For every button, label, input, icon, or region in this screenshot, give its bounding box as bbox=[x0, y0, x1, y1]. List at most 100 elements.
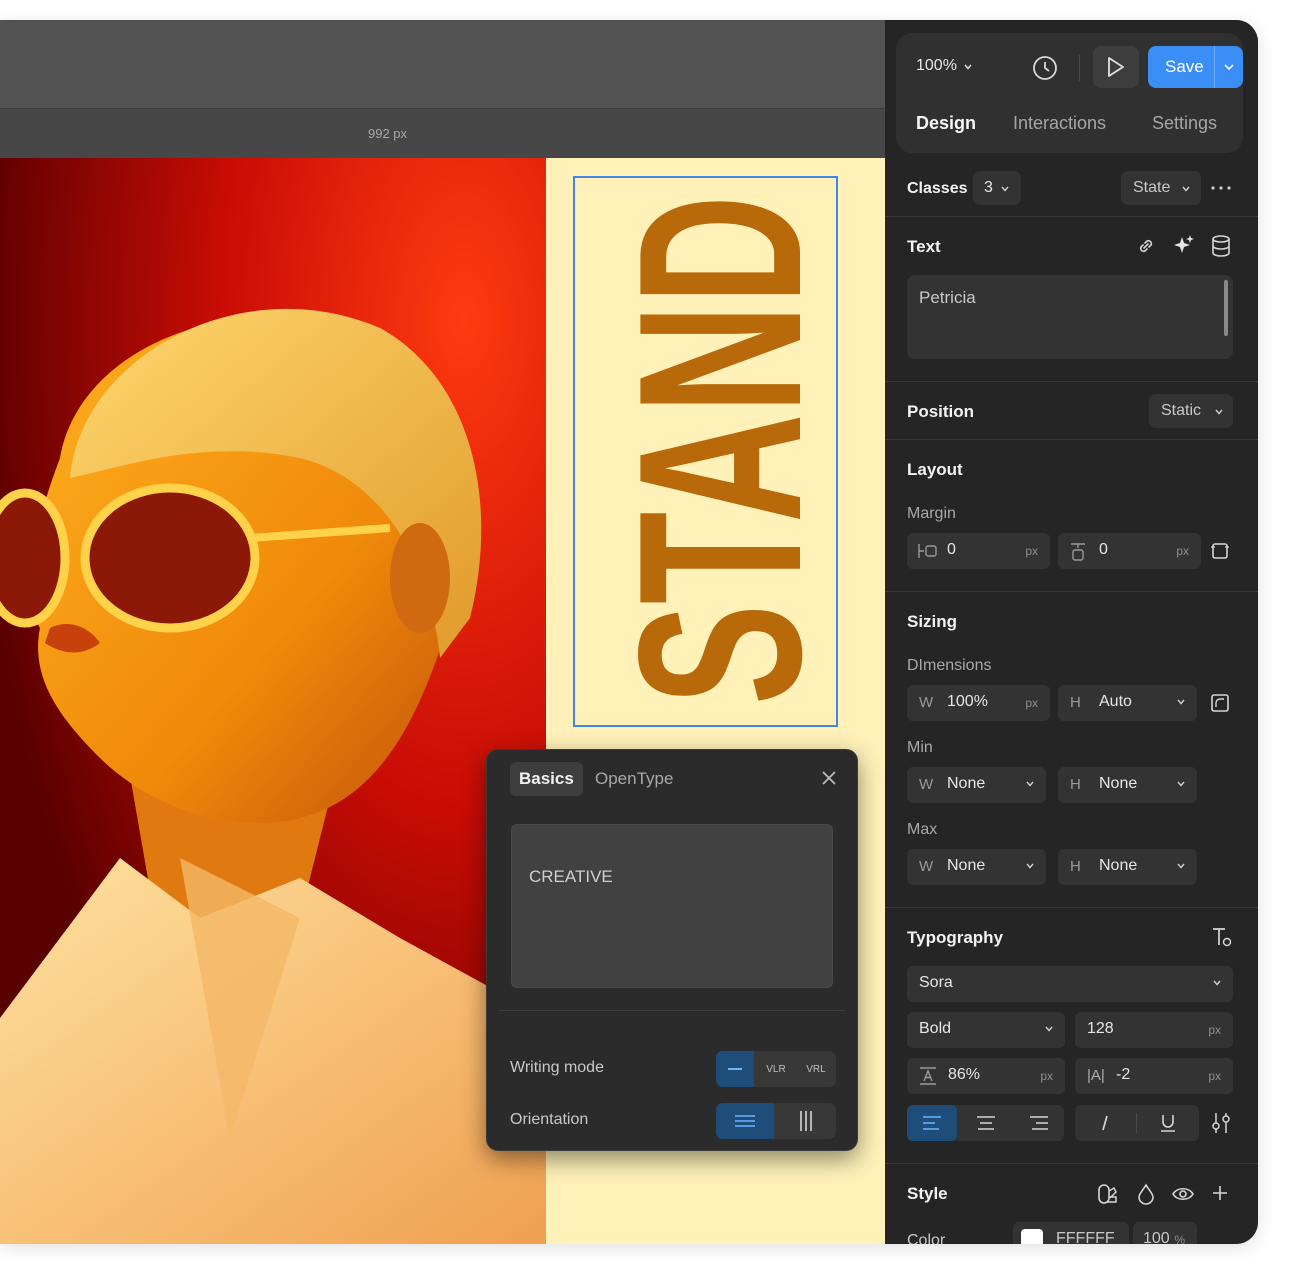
max-width-field[interactable]: W None bbox=[907, 849, 1046, 885]
hero-photo[interactable] bbox=[0, 158, 546, 1244]
line-height-field[interactable]: 86% px bbox=[907, 1058, 1065, 1094]
letter-spacing-icon: |A| bbox=[1087, 1067, 1105, 1084]
font-weight-value: Bold bbox=[919, 1020, 952, 1037]
tab-basics[interactable]: Basics bbox=[510, 762, 583, 796]
writing-mode-horizontal[interactable] bbox=[716, 1051, 754, 1087]
color-label: Color bbox=[907, 1232, 946, 1244]
text-style-icon[interactable] bbox=[1211, 926, 1233, 948]
width-field[interactable]: W 100% px bbox=[907, 685, 1050, 721]
italic-icon bbox=[1102, 1115, 1108, 1131]
zoom-dropdown[interactable]: 100% bbox=[916, 57, 972, 75]
classes-count-dropdown[interactable]: 3 bbox=[973, 171, 1021, 205]
chevron-down-icon bbox=[1182, 186, 1190, 192]
color-field[interactable]: FFFFFF bbox=[1013, 1222, 1129, 1244]
palette-icon[interactable] bbox=[1097, 1183, 1119, 1205]
font-family-dropdown[interactable]: Sora bbox=[907, 966, 1233, 1002]
preview-text: CREATIVE bbox=[529, 867, 613, 886]
sizing-section-title: Sizing bbox=[907, 612, 958, 631]
sparkle-icon[interactable] bbox=[1173, 234, 1195, 256]
min-height-field[interactable]: H None bbox=[1058, 767, 1197, 803]
link-icon[interactable] bbox=[1136, 236, 1156, 256]
tab-design[interactable]: Design bbox=[916, 113, 976, 134]
stand-headline[interactable]: STAND bbox=[591, 195, 836, 705]
chevron-down-icon bbox=[1026, 781, 1034, 787]
letter-spacing-field[interactable]: |A| -2 px bbox=[1075, 1058, 1233, 1094]
position-dropdown[interactable]: Static bbox=[1149, 394, 1233, 428]
italic-button[interactable] bbox=[1075, 1105, 1135, 1141]
chevron-down-icon bbox=[1215, 409, 1223, 415]
tab-interactions[interactable]: Interactions bbox=[1013, 113, 1106, 134]
width-value: 100% bbox=[947, 693, 988, 710]
margin-left-field[interactable]: 0 px bbox=[907, 533, 1050, 569]
divider bbox=[885, 1163, 1258, 1164]
selected-text-element[interactable]: STAND bbox=[573, 176, 838, 727]
text-adjust-icon[interactable] bbox=[1211, 1112, 1231, 1134]
max-height-prefix: H bbox=[1070, 858, 1081, 875]
height-field[interactable]: H Auto bbox=[1058, 685, 1197, 721]
history-icon[interactable] bbox=[1030, 53, 1060, 83]
text-settings-popover: Basics OpenType CREATIVE Writing mode VL… bbox=[486, 749, 858, 1151]
close-icon[interactable] bbox=[821, 770, 837, 786]
preview-text-area[interactable]: CREATIVE bbox=[511, 824, 833, 988]
opacity-value: 100 bbox=[1143, 1230, 1170, 1244]
database-icon[interactable] bbox=[1211, 235, 1231, 257]
max-height-field[interactable]: H None bbox=[1058, 849, 1197, 885]
underline-icon bbox=[1161, 1115, 1175, 1132]
textbox-scrollbar[interactable] bbox=[1224, 280, 1228, 336]
min-height-value: None bbox=[1099, 775, 1138, 792]
writing-mode-toggle: VLR VRL bbox=[716, 1051, 836, 1087]
underline-button[interactable] bbox=[1137, 1105, 1199, 1141]
margin-label: Margin bbox=[907, 505, 956, 522]
font-size-unit: px bbox=[1208, 1023, 1221, 1037]
align-center-button[interactable] bbox=[961, 1105, 1011, 1141]
margin-top-field[interactable]: 0 px bbox=[1058, 533, 1201, 569]
align-left-icon bbox=[923, 1116, 941, 1130]
orientation-vertical[interactable] bbox=[776, 1103, 836, 1139]
chevron-down-icon bbox=[1213, 980, 1221, 986]
preview-button[interactable] bbox=[1093, 46, 1139, 88]
drop-icon[interactable] bbox=[1136, 1183, 1156, 1205]
min-width-field[interactable]: W None bbox=[907, 767, 1046, 803]
tab-opentype[interactable]: OpenType bbox=[586, 762, 682, 796]
letter-spacing-unit: px bbox=[1208, 1069, 1221, 1083]
more-options-icon[interactable] bbox=[1211, 186, 1231, 190]
font-size-value: 128 bbox=[1087, 1020, 1114, 1037]
font-weight-dropdown[interactable]: Bold bbox=[907, 1012, 1065, 1048]
font-size-field[interactable]: 128 px bbox=[1075, 1012, 1233, 1048]
orientation-horizontal[interactable] bbox=[716, 1103, 774, 1139]
eye-icon[interactable] bbox=[1172, 1185, 1194, 1203]
state-dropdown[interactable]: State bbox=[1121, 171, 1201, 205]
text-content-field[interactable]: Petricia bbox=[907, 275, 1233, 359]
add-style-icon[interactable] bbox=[1212, 1185, 1228, 1201]
color-swatch[interactable] bbox=[1021, 1229, 1043, 1244]
canvas-topbar bbox=[0, 20, 885, 108]
align-right-button[interactable] bbox=[1014, 1105, 1064, 1141]
text-content-value: Petricia bbox=[919, 288, 976, 307]
color-hex-value: FFFFFF bbox=[1056, 1230, 1115, 1244]
style-section-title: Style bbox=[907, 1184, 948, 1203]
letter-spacing-value: -2 bbox=[1116, 1066, 1131, 1083]
line-height-value: 86% bbox=[948, 1066, 981, 1083]
chevron-down-icon bbox=[1045, 1026, 1053, 1032]
tab-settings[interactable]: Settings bbox=[1152, 113, 1217, 134]
height-prefix: H bbox=[1070, 694, 1081, 711]
font-family-value: Sora bbox=[919, 974, 953, 991]
vertical-lines-icon bbox=[800, 1111, 812, 1131]
aspect-ratio-icon[interactable] bbox=[1211, 694, 1229, 712]
writing-mode-vrl[interactable]: VRL bbox=[796, 1051, 836, 1087]
text-section-title: Text bbox=[907, 237, 941, 256]
horizontal-lines-icon bbox=[735, 1115, 755, 1127]
margin-expand-icon[interactable] bbox=[1211, 542, 1229, 560]
margin-top-icon bbox=[1071, 543, 1085, 561]
min-width-prefix: W bbox=[919, 776, 934, 793]
position-section-title: Position bbox=[907, 402, 975, 421]
margin-top-value: 0 bbox=[1099, 541, 1108, 558]
align-left-button[interactable] bbox=[907, 1105, 957, 1141]
margin-top-unit: px bbox=[1176, 544, 1189, 558]
toolbar-divider bbox=[1079, 55, 1080, 81]
writing-mode-vlr[interactable]: VLR bbox=[756, 1051, 796, 1087]
save-options-chevron-icon[interactable] bbox=[1224, 64, 1234, 71]
save-button[interactable]: Save bbox=[1148, 46, 1243, 88]
divider bbox=[885, 381, 1258, 382]
opacity-field[interactable]: 100 % bbox=[1133, 1222, 1197, 1244]
